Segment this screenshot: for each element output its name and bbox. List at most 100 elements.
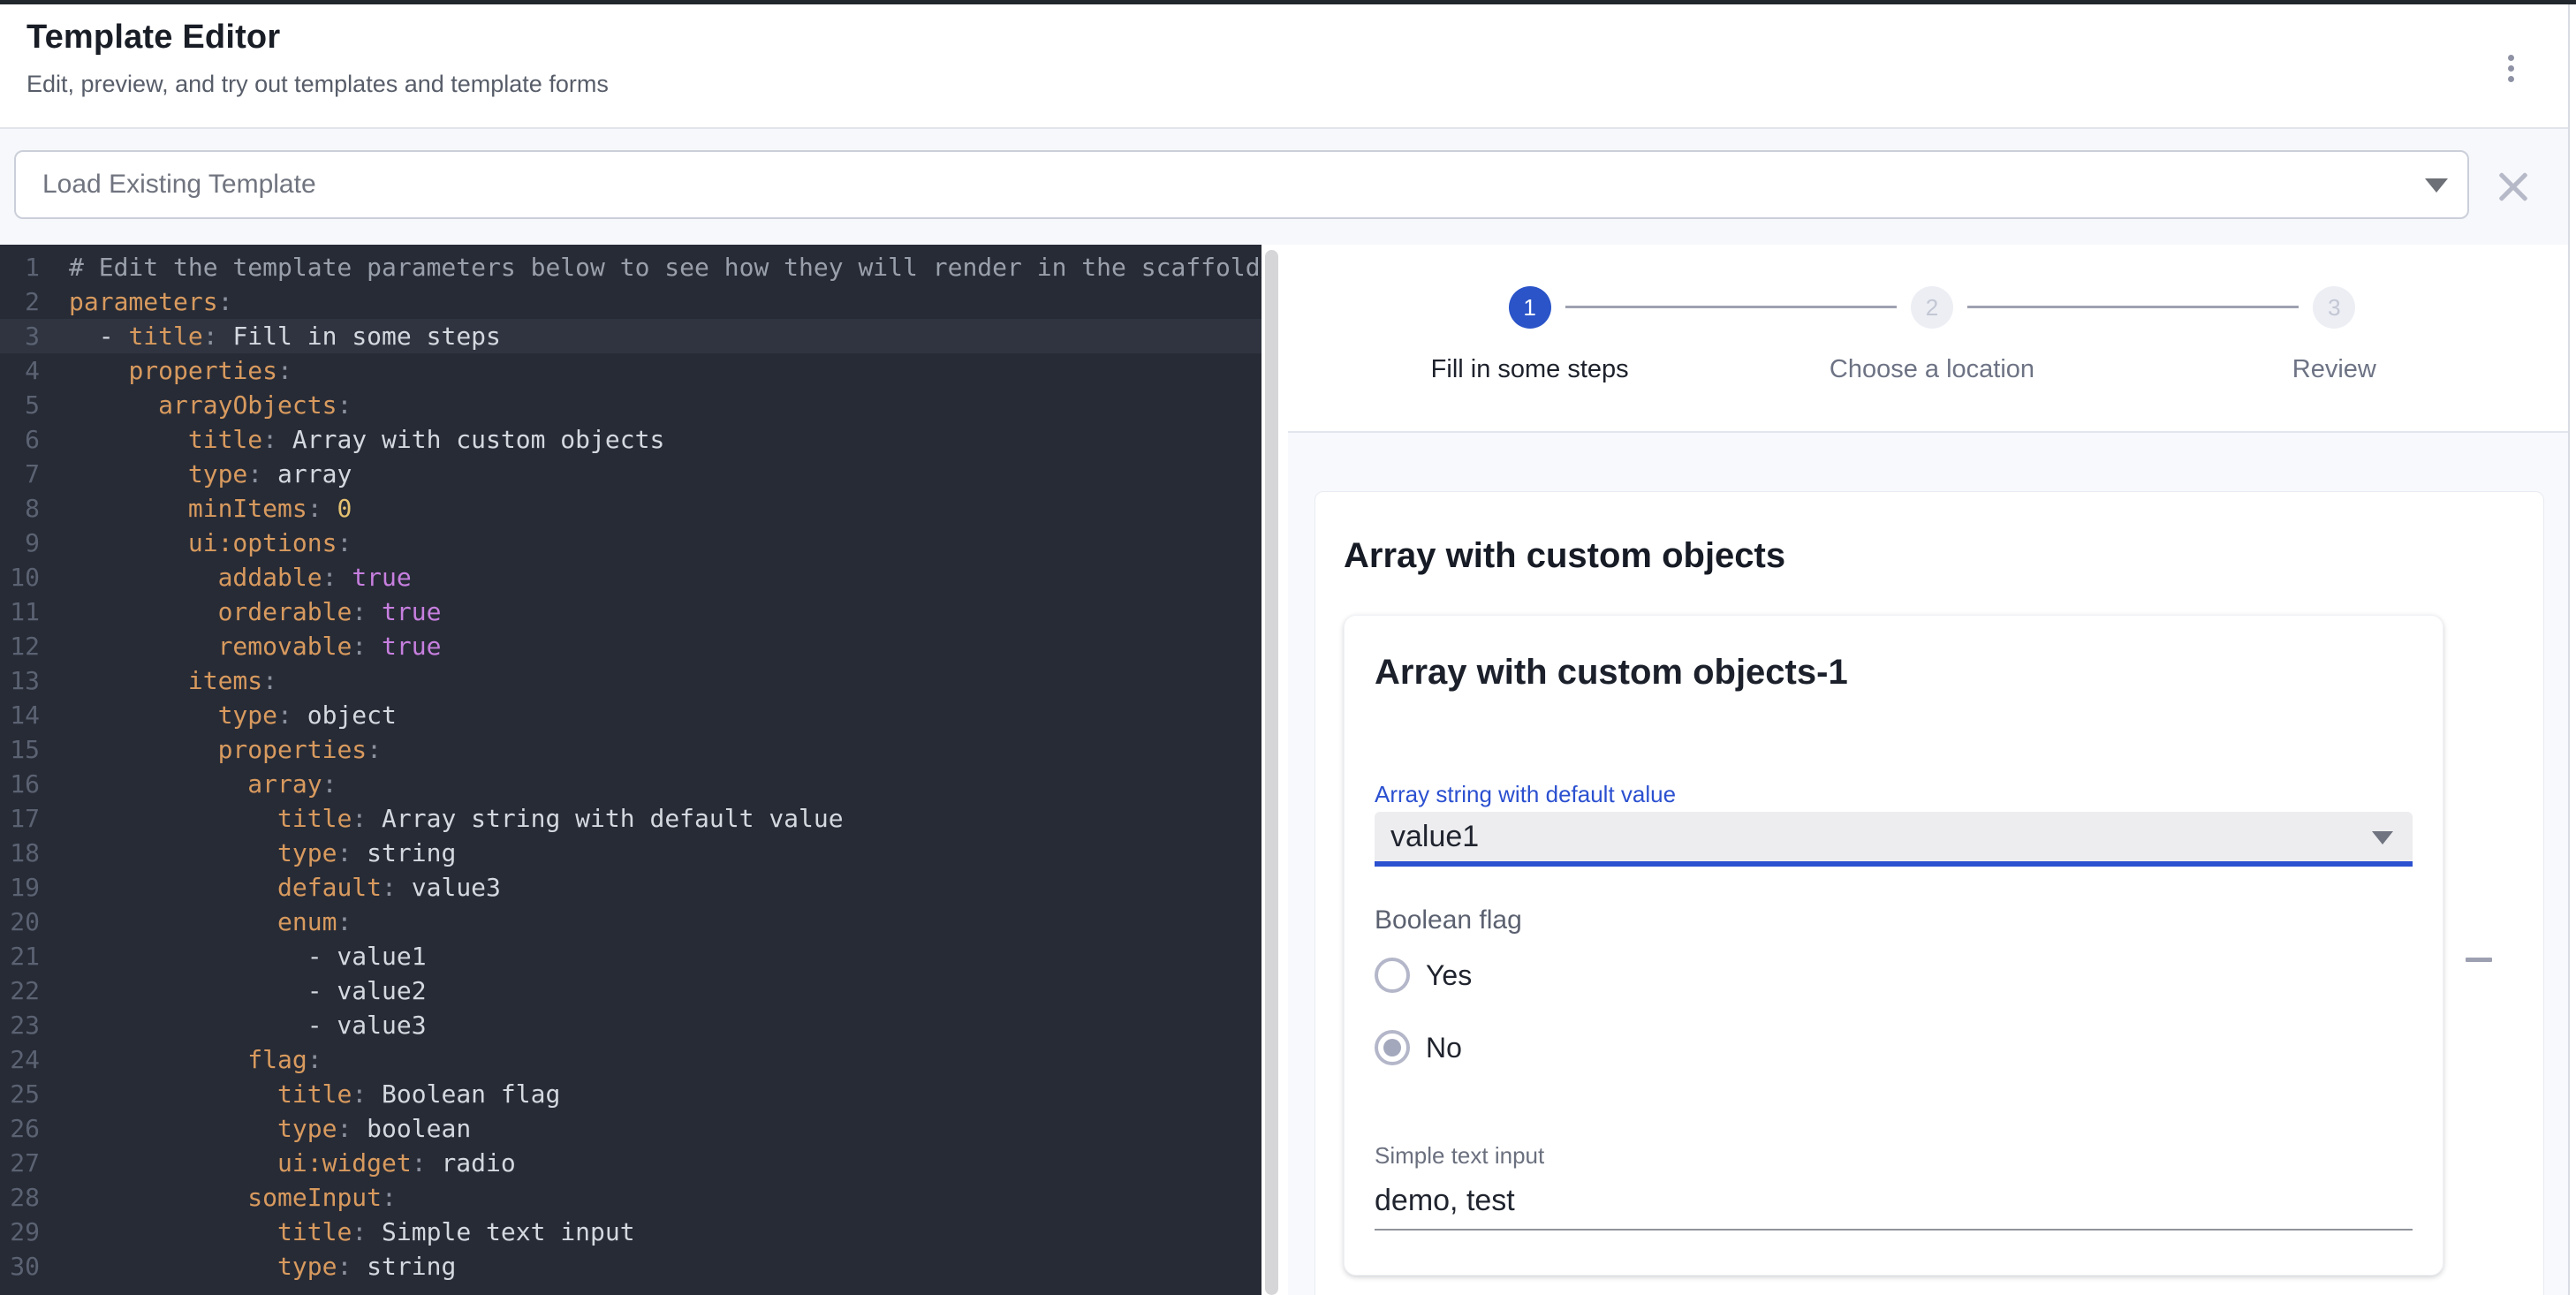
line-number: 14 bbox=[0, 698, 40, 732]
code-line[interactable]: 13 items: bbox=[0, 663, 1261, 698]
line-number: 12 bbox=[0, 629, 40, 663]
step-label: Fill in some steps bbox=[1431, 355, 1629, 384]
stepper-step: 3 Review bbox=[2133, 286, 2535, 384]
code-text: flag: bbox=[40, 1042, 322, 1077]
step-label: Review bbox=[2292, 355, 2376, 384]
array-item-title: Array with custom objects-1 bbox=[1375, 653, 2413, 693]
code-text: properties: bbox=[40, 353, 292, 388]
code-text: array: bbox=[40, 767, 337, 801]
code-line[interactable]: 19 default: value3 bbox=[0, 870, 1261, 905]
line-number: 1 bbox=[0, 250, 40, 284]
form-content-area: Array with custom objects Array with cus… bbox=[1288, 433, 2576, 1295]
form-section-card: Array with custom objects Array with cus… bbox=[1315, 491, 2544, 1295]
code-line[interactable]: 29 title: Simple text input bbox=[0, 1215, 1261, 1249]
page-right-edge bbox=[2568, 4, 2576, 1295]
array-string-select[interactable]: value1 bbox=[1375, 812, 2413, 867]
code-text: ui:options: bbox=[40, 526, 352, 560]
clear-selection-button[interactable] bbox=[2489, 163, 2537, 210]
code-line[interactable]: 4 properties: bbox=[0, 353, 1261, 388]
code-text: title: Array string with default value bbox=[40, 801, 844, 836]
text-field-label: Simple text input bbox=[1375, 1142, 2413, 1170]
code-line[interactable]: 14 type: object bbox=[0, 698, 1261, 732]
code-line[interactable]: 12 removable: true bbox=[0, 629, 1261, 663]
code-text: items: bbox=[40, 663, 277, 698]
close-icon bbox=[2495, 168, 2532, 205]
code-text: title: Simple text input bbox=[40, 1215, 635, 1249]
line-number: 2 bbox=[0, 284, 40, 319]
template-preview-panel: 1 Fill in some steps 2Choose a location 3 Re… bbox=[1288, 245, 2576, 1295]
line-number: 29 bbox=[0, 1215, 40, 1249]
simple-text-input[interactable]: demo, test bbox=[1375, 1184, 2413, 1231]
line-number: 17 bbox=[0, 801, 40, 836]
step-connector bbox=[1967, 306, 2299, 308]
step-circle: 3 bbox=[2313, 286, 2355, 329]
code-line[interactable]: 25 title: Boolean flag bbox=[0, 1077, 1261, 1111]
kebab-menu-icon bbox=[2508, 55, 2514, 82]
radio-option[interactable]: Yes bbox=[1375, 950, 2413, 1001]
line-number: 15 bbox=[0, 732, 40, 767]
line-number: 27 bbox=[0, 1146, 40, 1180]
code-text: properties: bbox=[40, 732, 382, 767]
array-item-card: Array with custom objects-1 Array string… bbox=[1344, 615, 2443, 1276]
code-line[interactable]: 22 - value2 bbox=[0, 973, 1261, 1008]
step-circle: 1 bbox=[1509, 286, 1551, 329]
code-text: removable: true bbox=[40, 629, 441, 663]
code-line[interactable]: 1# Edit the template parameters below to… bbox=[0, 250, 1261, 284]
caret-down-icon bbox=[2425, 178, 2448, 193]
code-text: title: Boolean flag bbox=[40, 1077, 560, 1111]
code-line[interactable]: 11 orderable: true bbox=[0, 594, 1261, 629]
remove-item-button[interactable] bbox=[2454, 935, 2504, 984]
line-number: 3 bbox=[0, 319, 40, 353]
code-line[interactable]: 30 type: string bbox=[0, 1249, 1261, 1284]
code-line[interactable]: 8 minItems: 0 bbox=[0, 491, 1261, 526]
code-line[interactable]: 20 enum: bbox=[0, 905, 1261, 939]
radio-option-label: Yes bbox=[1426, 959, 1472, 992]
caret-down-icon bbox=[2372, 831, 2393, 844]
radio-group: Yes No bbox=[1375, 950, 2413, 1073]
code-line[interactable]: 27 ui:widget: radio bbox=[0, 1146, 1261, 1180]
line-number: 4 bbox=[0, 353, 40, 388]
code-line[interactable]: 15 properties: bbox=[0, 732, 1261, 767]
stepper-step: 2Choose a location bbox=[1731, 286, 2133, 384]
code-line[interactable]: 17 title: Array string with default valu… bbox=[0, 801, 1261, 836]
code-line[interactable]: 21 - value1 bbox=[0, 939, 1261, 973]
template-editor-page: Template Editor Edit, preview, and try o… bbox=[0, 0, 2576, 1295]
code-text: ui:widget: radio bbox=[40, 1146, 516, 1180]
code-line[interactable]: 6 title: Array with custom objects bbox=[0, 422, 1261, 457]
select-field-label: Array string with default value bbox=[1375, 781, 2413, 808]
code-text: type: string bbox=[40, 1249, 456, 1284]
code-line[interactable]: 9 ui:options: bbox=[0, 526, 1261, 560]
editor-scroll-gutter bbox=[1261, 245, 1288, 1295]
radio-group-label: Boolean flag bbox=[1375, 905, 2413, 935]
yaml-code-editor[interactable]: 1# Edit the template parameters below to… bbox=[0, 245, 1261, 1295]
more-options-button[interactable] bbox=[2488, 40, 2534, 96]
radio-option[interactable]: No bbox=[1375, 1022, 2413, 1073]
line-number: 8 bbox=[0, 491, 40, 526]
code-line[interactable]: 7 type: array bbox=[0, 457, 1261, 491]
line-number: 9 bbox=[0, 526, 40, 560]
code-line[interactable]: 26 type: boolean bbox=[0, 1111, 1261, 1146]
code-text: addable: true bbox=[40, 560, 412, 594]
code-line[interactable]: 24 flag: bbox=[0, 1042, 1261, 1077]
code-line[interactable]: 18 type: string bbox=[0, 836, 1261, 870]
line-number: 5 bbox=[0, 388, 40, 422]
scrollbar-thumb[interactable] bbox=[1265, 250, 1278, 1295]
line-number: 6 bbox=[0, 422, 40, 457]
code-line[interactable]: 2parameters: bbox=[0, 284, 1261, 319]
line-number: 22 bbox=[0, 973, 40, 1008]
code-text: - value1 bbox=[40, 939, 427, 973]
code-line[interactable]: 28 someInput: bbox=[0, 1180, 1261, 1215]
load-existing-template-select[interactable]: Load Existing Template bbox=[14, 150, 2469, 219]
code-line[interactable]: 10 addable: true bbox=[0, 560, 1261, 594]
code-text: # Edit the template parameters below to … bbox=[40, 250, 1261, 284]
line-number: 25 bbox=[0, 1077, 40, 1111]
line-number: 18 bbox=[0, 836, 40, 870]
code-text: minItems: 0 bbox=[40, 491, 352, 526]
code-lines: 1# Edit the template parameters below to… bbox=[0, 250, 1261, 1284]
minus-icon bbox=[2466, 958, 2492, 962]
code-line[interactable]: 5 arrayObjects: bbox=[0, 388, 1261, 422]
code-text: - value2 bbox=[40, 973, 427, 1008]
code-line[interactable]: 23 - value3 bbox=[0, 1008, 1261, 1042]
code-line[interactable]: 3 - title: Fill in some steps bbox=[0, 319, 1261, 353]
code-line[interactable]: 16 array: bbox=[0, 767, 1261, 801]
